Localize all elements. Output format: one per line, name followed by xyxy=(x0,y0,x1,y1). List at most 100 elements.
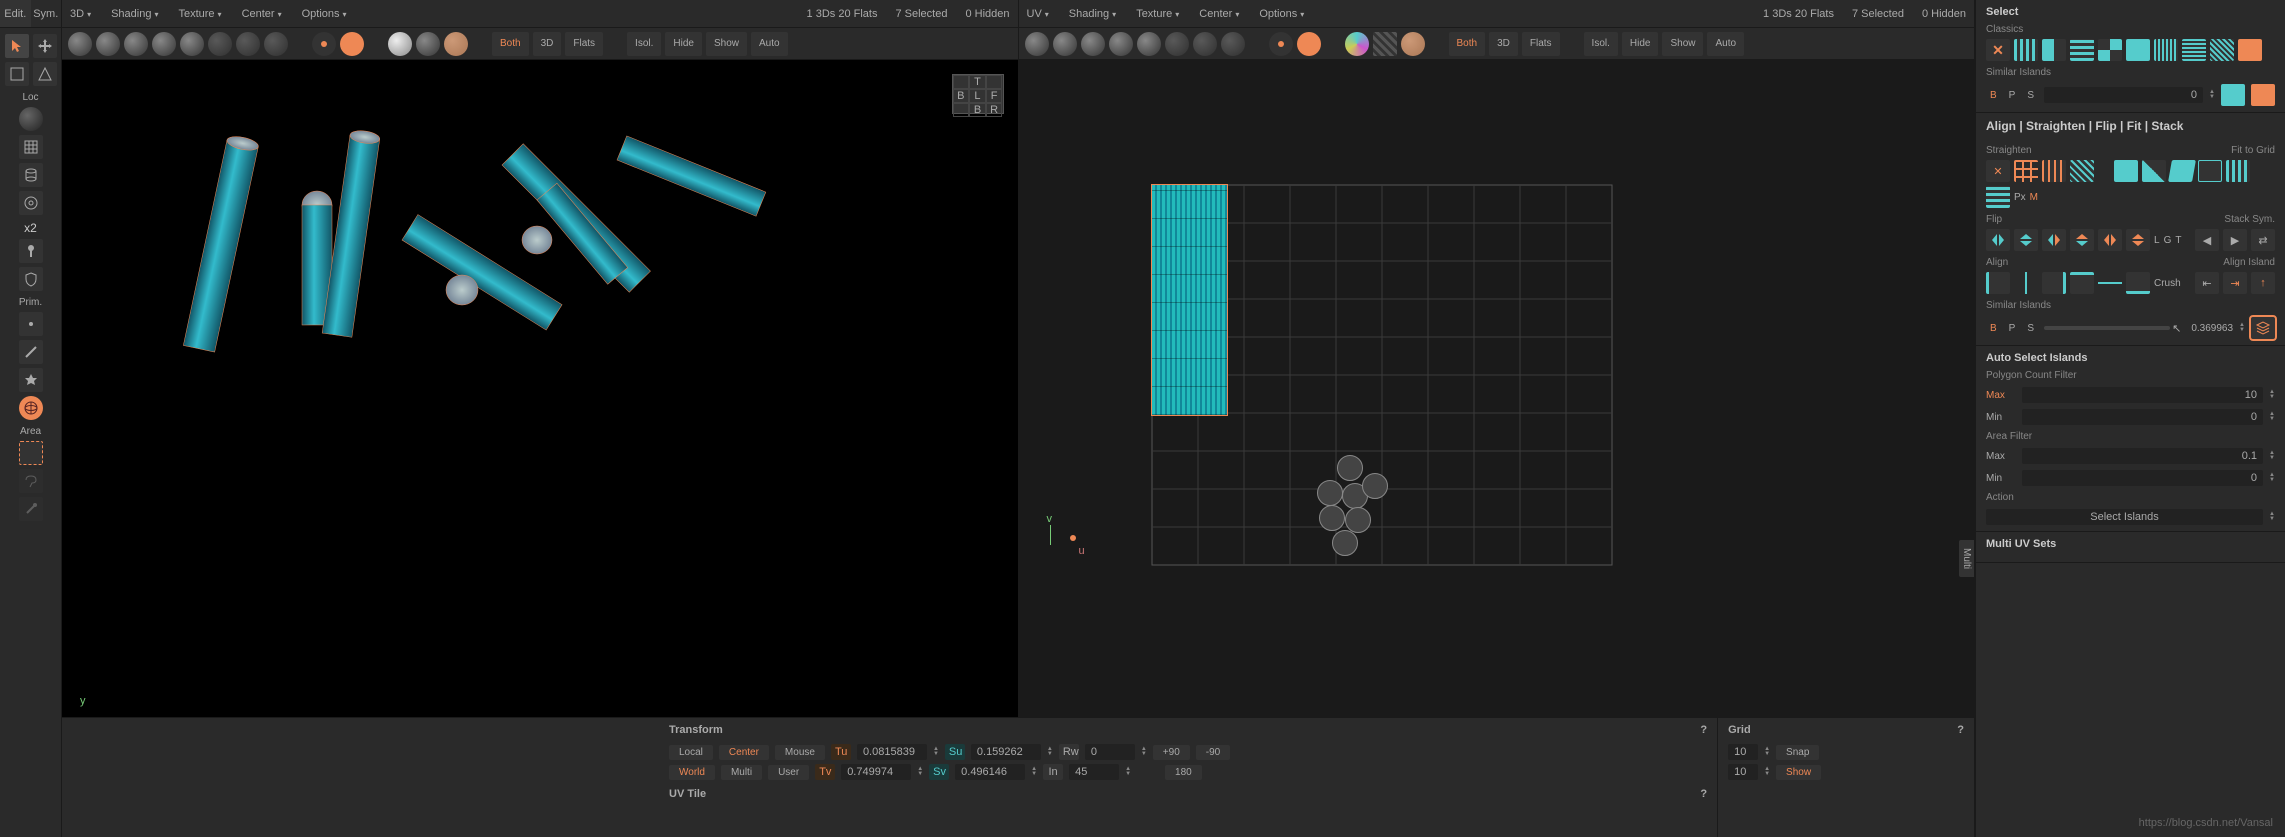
align-top-icon[interactable] xyxy=(2070,272,2094,294)
similar-action-1-icon[interactable] xyxy=(2221,84,2245,106)
grid-val1-input[interactable]: 10 xyxy=(1728,744,1758,760)
quad-tool-icon[interactable] xyxy=(5,62,29,86)
bps-b[interactable]: B xyxy=(1986,88,2001,103)
vpuv-flats-button[interactable]: Flats xyxy=(1522,32,1560,56)
similar2-slider[interactable] xyxy=(2044,326,2170,330)
star-tool-icon[interactable] xyxy=(19,368,43,392)
uv-shading-8-icon[interactable] xyxy=(1221,32,1245,56)
vp3d-canvas[interactable]: T BLF BR xyxy=(62,60,1018,717)
shading-6-icon[interactable] xyxy=(208,32,232,56)
crush-label[interactable]: Crush xyxy=(2154,278,2181,289)
fit-1-icon[interactable] xyxy=(2114,160,2138,182)
straighten-2-icon[interactable] xyxy=(2014,160,2038,182)
r180-button[interactable]: 180 xyxy=(1165,765,1202,780)
wand-tool-icon[interactable] xyxy=(19,497,43,521)
uv-option-3-icon[interactable] xyxy=(1401,32,1425,56)
user-button[interactable]: User xyxy=(768,765,809,780)
vpuv-texture[interactable]: Texture xyxy=(1136,8,1179,20)
t-label[interactable]: T xyxy=(2175,235,2181,246)
uv-center-1-icon[interactable] xyxy=(1269,32,1293,56)
stack-2-icon[interactable]: ▶ xyxy=(2223,229,2247,251)
amin-input[interactable]: 0 xyxy=(2022,470,2263,486)
vpuv-both-button[interactable]: Both xyxy=(1449,32,1486,56)
uv-shading-4-icon[interactable] xyxy=(1109,32,1133,56)
bps2-s[interactable]: S xyxy=(2023,321,2038,336)
center-2-icon[interactable] xyxy=(340,32,364,56)
vp3d-mode[interactable]: 3D xyxy=(70,8,91,20)
vpuv-shading[interactable]: Shading xyxy=(1069,8,1116,20)
fit-6-icon[interactable] xyxy=(1986,186,2010,208)
vpuv-mode[interactable]: UV xyxy=(1027,8,1049,20)
local-button[interactable]: Local xyxy=(669,745,713,760)
shading-3-icon[interactable] xyxy=(124,32,148,56)
p90-button[interactable]: +90 xyxy=(1153,745,1190,760)
tab-edit[interactable]: Edit. xyxy=(0,0,31,27)
show-button[interactable]: Show xyxy=(1776,765,1821,780)
x2-label[interactable]: x2 xyxy=(24,221,37,235)
vp3d-flats-button[interactable]: Flats xyxy=(565,32,603,56)
bps2-p[interactable]: P xyxy=(2005,321,2020,336)
min-spinner[interactable]: ▲▼ xyxy=(2269,412,2275,422)
torus-tool-icon[interactable] xyxy=(19,191,43,215)
vp3d-center[interactable]: Center xyxy=(242,8,282,20)
m-label[interactable]: M xyxy=(2030,192,2038,203)
tab-sym[interactable]: Sym. xyxy=(31,0,62,27)
vp3d-options[interactable]: Options xyxy=(302,8,347,20)
uv-rect-island[interactable] xyxy=(1152,185,1227,415)
uv-shading-5-icon[interactable] xyxy=(1137,32,1161,56)
vp3d-3d-button[interactable]: 3D xyxy=(533,32,562,56)
amin-spinner[interactable]: ▲▼ xyxy=(2269,473,2275,483)
marquee-tool-icon[interactable] xyxy=(19,441,43,465)
select-pattern-2-icon[interactable] xyxy=(2042,39,2066,61)
fit-5-icon[interactable] xyxy=(2226,160,2250,182)
vp3d-isol-button[interactable]: Isol. xyxy=(627,32,661,56)
flip-4-icon[interactable] xyxy=(2070,229,2094,251)
align-right-icon[interactable] xyxy=(2042,272,2066,294)
align-island-1-icon[interactable]: ⇤ xyxy=(2195,272,2219,294)
stack-3-icon[interactable]: ⇄ xyxy=(2251,229,2275,251)
shading-8-icon[interactable] xyxy=(264,32,288,56)
similar2-spinner[interactable]: ▲▼ xyxy=(2239,323,2245,333)
straighten-1-icon[interactable]: ✕ xyxy=(1986,160,2010,182)
select-pattern-6-icon[interactable] xyxy=(2154,39,2178,61)
stack-1-icon[interactable]: ◀ xyxy=(2195,229,2219,251)
uv-option-1-icon[interactable] xyxy=(1345,32,1369,56)
cylinder-tool-icon[interactable] xyxy=(19,163,43,187)
center-button[interactable]: Center xyxy=(719,745,769,760)
tu-input[interactable]: 0.0815839 xyxy=(857,744,927,760)
align-bottom-icon[interactable] xyxy=(2126,272,2150,294)
action-spinner[interactable]: ▲▼ xyxy=(2269,512,2275,522)
min-input[interactable]: 0 xyxy=(2022,409,2263,425)
select-pattern-7-icon[interactable] xyxy=(2182,39,2206,61)
su-input[interactable]: 0.159262 xyxy=(971,744,1041,760)
world-button[interactable]: World xyxy=(669,765,715,780)
grid-val2-input[interactable]: 10 xyxy=(1728,764,1758,780)
move-tool-icon[interactable] xyxy=(33,34,57,58)
sphere-tool-icon[interactable] xyxy=(19,107,43,131)
align-left-icon[interactable] xyxy=(1986,272,2010,294)
select-pattern-9-icon[interactable] xyxy=(2238,39,2262,61)
l-label[interactable]: L xyxy=(2154,235,2160,246)
fit-2-icon[interactable] xyxy=(2142,160,2166,182)
tv-spinner[interactable]: ▲▼ xyxy=(917,767,923,777)
vpuv-canvas[interactable]: v u Multi xyxy=(1019,60,1975,717)
sv-input[interactable]: 0.496146 xyxy=(955,764,1025,780)
max-spinner[interactable]: ▲▼ xyxy=(2269,390,2275,400)
vpuv-center[interactable]: Center xyxy=(1199,8,1239,20)
straighten-4-icon[interactable] xyxy=(2070,160,2094,182)
multi-button[interactable]: Multi xyxy=(721,765,762,780)
tu-spinner[interactable]: ▲▼ xyxy=(933,747,939,757)
flip-3-icon[interactable] xyxy=(2042,229,2066,251)
max-input[interactable]: 10 xyxy=(2022,387,2263,403)
align-island-3-icon[interactable]: ↑ xyxy=(2251,272,2275,294)
shading-2-icon[interactable] xyxy=(96,32,120,56)
sv-spinner[interactable]: ▲▼ xyxy=(1031,767,1037,777)
uv-shading-3-icon[interactable] xyxy=(1081,32,1105,56)
pin-tool-icon[interactable] xyxy=(19,239,43,263)
similar-action-2-icon[interactable] xyxy=(2251,84,2275,106)
shield-tool-icon[interactable] xyxy=(19,267,43,291)
help-icon[interactable]: ? xyxy=(1700,788,1707,800)
align-center-h-icon[interactable] xyxy=(2014,272,2038,294)
uv-center-2-icon[interactable] xyxy=(1297,32,1321,56)
select-islands-button[interactable]: Select Islands xyxy=(1986,509,2263,525)
